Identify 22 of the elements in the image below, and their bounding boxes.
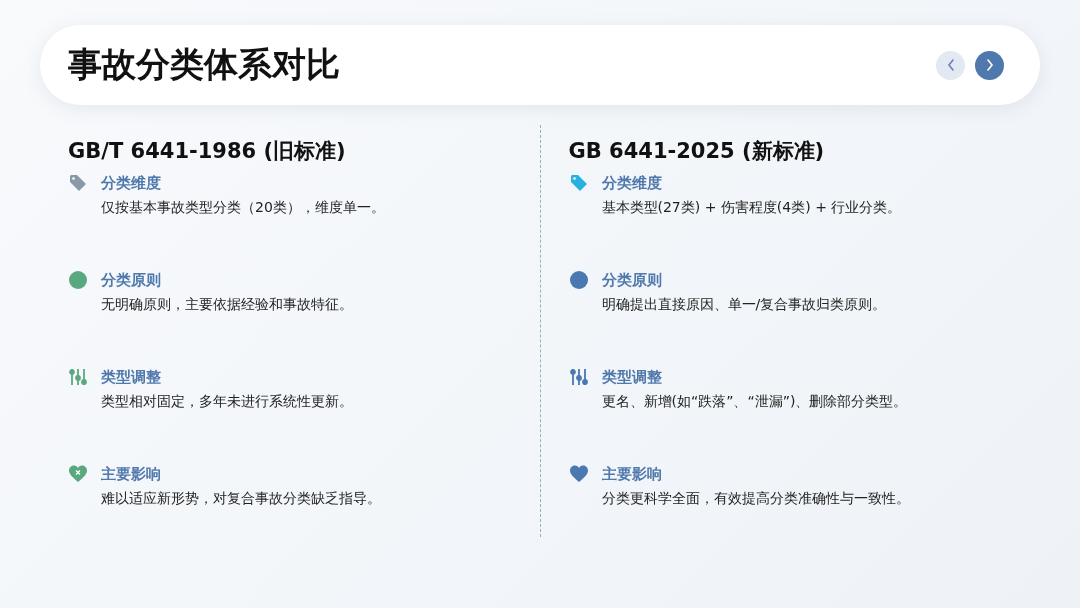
chevron-left-icon (945, 59, 956, 71)
column-heading: GB/T 6441-1986 (旧标准) (68, 138, 347, 165)
item-description: 难以适应新形势，对复合事故分类缺乏指导。 (100, 490, 382, 508)
item-title: 主要影响 (101, 464, 161, 484)
item-description: 基本类型(27类) + 伤害程度(4类) + 行业分类。 (600, 199, 903, 217)
slide-title: 事故分类体系对比 (68, 43, 340, 86)
item-description: 类型相对固定，多年未进行系统性更新。 (100, 393, 354, 411)
item-description: 分类更科学全面，有效提高分类准确性与一致性。 (600, 490, 911, 508)
item-title: 主要影响 (601, 464, 662, 484)
item-description: 无明确原则，主要依据经验和事故特征。 (100, 296, 354, 314)
item-description: 明确提出直接原因、单一/复合事故归类原则。 (600, 296, 888, 314)
item-title: 分类原则 (601, 270, 662, 290)
column-heading: GB 6441-2025 (新标准) (568, 138, 826, 165)
item-title: 类型调整 (601, 367, 662, 387)
next-button[interactable] (975, 50, 1004, 80)
item-title: 类型调整 (101, 367, 161, 387)
item-description: 仅按基本事故类型分类（20类），维度单一。 (100, 199, 386, 217)
item-title: 分类原则 (101, 270, 161, 290)
item-title: 分类维度 (601, 173, 662, 193)
chevron-right-icon (984, 59, 995, 71)
item-description: 更名、新增(如“跌落”、“泄漏”)、删除部分类型。 (600, 393, 909, 411)
item-title: 分类维度 (101, 173, 161, 193)
